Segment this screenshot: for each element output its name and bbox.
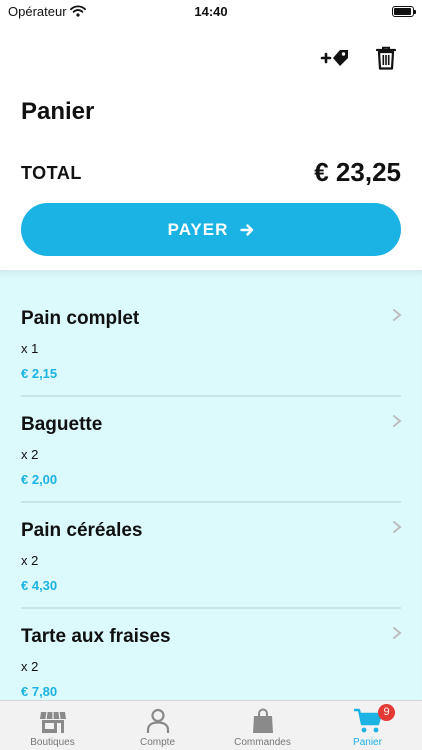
user-icon — [105, 706, 210, 734]
cart-item[interactable]: Baguette x 2 € 2,00 — [0, 376, 422, 487]
tab-commandes[interactable]: Commandes — [210, 701, 315, 750]
tab-panier[interactable]: 9 Panier — [315, 701, 420, 750]
item-quantity: x 1 — [21, 341, 39, 356]
cart-item[interactable]: Pain complet x 1 € 2,15 — [0, 270, 422, 381]
chevron-right-icon — [393, 521, 402, 533]
cart-item[interactable]: Pain céréales x 2 € 4,30 — [0, 482, 422, 593]
trash-icon — [376, 46, 396, 70]
total-amount: € 23,25 — [314, 157, 401, 187]
pay-button[interactable]: PAYER — [21, 203, 401, 256]
add-tag-icon — [320, 50, 348, 66]
tab-boutiques[interactable]: Boutiques — [0, 701, 105, 750]
tab-label: Compte — [139, 737, 175, 748]
page-title: Panier — [21, 98, 95, 125]
arrow-right-icon — [240, 223, 254, 236]
cart-icon — [315, 706, 420, 734]
item-name: Tarte aux fraises — [21, 626, 171, 647]
tab-label: Commandes — [234, 737, 291, 748]
item-price: € 7,80 — [21, 684, 58, 699]
cart-item[interactable]: Tarte aux fraises x 2 € 7,80 — [0, 588, 422, 699]
cart-count-badge: 9 — [378, 704, 395, 721]
chevron-right-icon — [393, 415, 402, 427]
shop-icon — [0, 706, 105, 734]
tab-bar: Boutiques Compte Commandes 9 Panier — [0, 700, 422, 750]
item-quantity: x 2 — [21, 659, 39, 674]
bag-icon — [210, 706, 315, 734]
pay-button-label: PAYER — [167, 219, 229, 239]
chevron-right-icon — [393, 627, 402, 639]
item-name: Pain complet — [21, 308, 140, 329]
chevron-right-icon — [393, 309, 402, 321]
status-bar: Opérateur 14:40 — [0, 0, 422, 24]
item-quantity: x 2 — [21, 553, 39, 568]
add-promo-tag-button[interactable] — [318, 44, 350, 72]
item-name: Pain céréales — [21, 520, 143, 541]
tab-compte[interactable]: Compte — [105, 701, 210, 750]
battery-icon — [392, 6, 416, 17]
status-time: 14:40 — [194, 4, 228, 19]
total-label: TOTAL — [21, 163, 82, 183]
tab-label: Panier — [353, 737, 382, 748]
tab-label: Boutiques — [30, 737, 75, 748]
item-quantity: x 2 — [21, 447, 39, 462]
item-name: Baguette — [21, 414, 103, 435]
empty-cart-button[interactable] — [370, 44, 402, 72]
cart-item-list[interactable]: Pain complet x 1 € 2,15 Baguette x 2 € 2… — [0, 270, 422, 700]
